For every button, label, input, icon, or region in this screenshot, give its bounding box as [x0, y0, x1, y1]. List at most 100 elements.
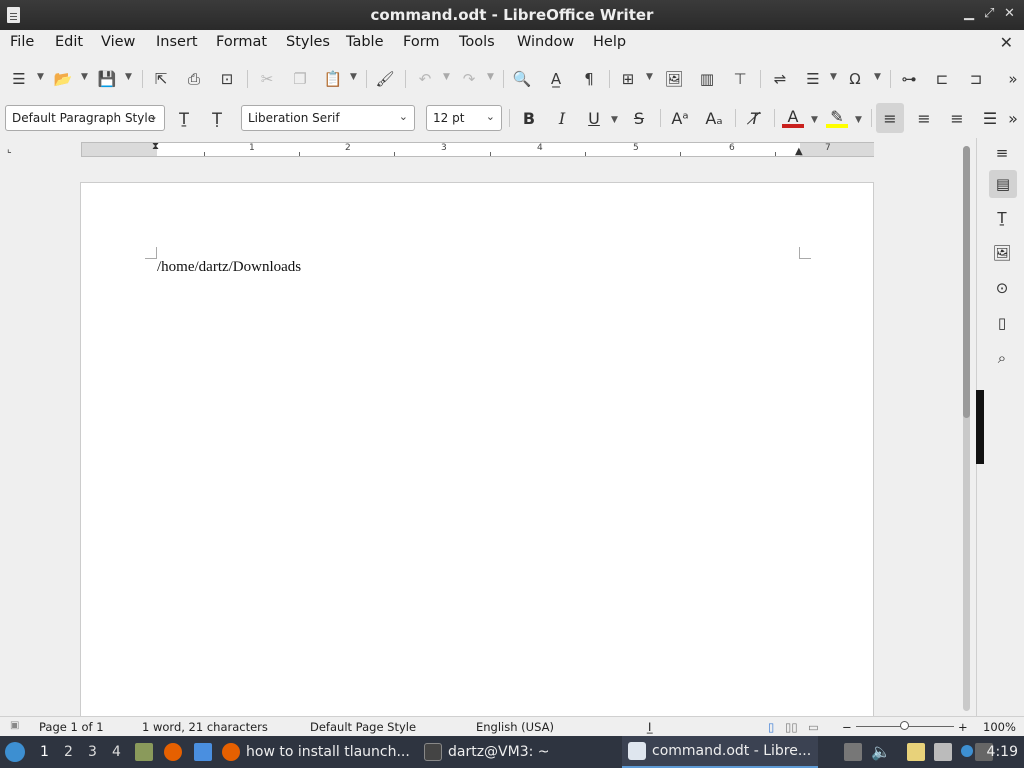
underline-icon[interactable]: U	[583, 107, 605, 129]
font-color-icon[interactable]: A	[782, 107, 804, 128]
document-page[interactable]: /home/dartz/Downloads	[80, 182, 874, 722]
zoom-in-icon[interactable]: +	[958, 720, 968, 734]
table-dropdown-icon[interactable]: ▼	[646, 72, 653, 82]
bold-icon[interactable]: B	[518, 107, 540, 129]
desktop-icon[interactable]	[194, 743, 212, 761]
horizontal-ruler[interactable]: 1 2 3 4 5 6 7 ⧗ ▲	[81, 141, 874, 157]
update-notification-icon[interactable]	[961, 745, 973, 757]
styles-icon[interactable]: Ṯ	[991, 207, 1013, 229]
cut-icon[interactable]: ✂	[256, 68, 278, 90]
insert-table-icon[interactable]: ⊞	[617, 68, 639, 90]
volume-icon[interactable]: 🔈	[871, 742, 891, 761]
redo-icon[interactable]: ↷	[458, 68, 480, 90]
insert-mode-icon[interactable]: I̲	[648, 720, 651, 734]
close-icon[interactable]: ✕	[1004, 6, 1015, 21]
zoom-out-icon[interactable]: −	[842, 720, 852, 734]
page-icon[interactable]: ▯	[991, 312, 1013, 334]
highlight-dropdown-icon[interactable]: ▼	[855, 115, 862, 125]
undo-dropdown-icon[interactable]: ▼	[443, 72, 450, 82]
open-dropdown-icon[interactable]: ▼	[81, 72, 88, 82]
word-count[interactable]: 1 word, 21 characters	[142, 720, 268, 734]
sidebar-collapse-handle[interactable]	[976, 390, 984, 464]
menu-table[interactable]: Table	[346, 34, 384, 50]
vertical-scrollbar[interactable]	[960, 138, 974, 716]
align-center-icon[interactable]: ≡	[913, 107, 935, 129]
workspace-2[interactable]: 2	[64, 744, 73, 760]
menu-insert[interactable]: Insert	[156, 34, 198, 50]
document-modified-icon[interactable]: ▣	[10, 720, 19, 731]
clone-formatting-icon[interactable]: 🖌	[374, 68, 396, 90]
new-document-icon[interactable]: ☰	[8, 68, 30, 90]
menu-help[interactable]: Help	[593, 34, 626, 50]
menu-form[interactable]: Form	[403, 34, 440, 50]
clipboard-icon[interactable]	[907, 743, 925, 761]
keyboard-layout-icon[interactable]	[844, 743, 862, 761]
close-document-icon[interactable]: ✕	[1000, 33, 1013, 52]
update-style-icon[interactable]: Ṯ	[173, 107, 195, 129]
footnote-icon[interactable]: ⊏	[931, 68, 953, 90]
special-character-icon[interactable]: Ω	[844, 68, 866, 90]
justify-icon[interactable]: ☰	[979, 107, 1001, 129]
menu-view[interactable]: View	[101, 34, 135, 50]
subscript-icon[interactable]: Aₐ	[703, 107, 725, 129]
menu-edit[interactable]: Edit	[55, 34, 83, 50]
page-break-icon[interactable]: ⇌	[769, 68, 791, 90]
workspace-1[interactable]: 1	[40, 744, 49, 760]
tab-stop-icon[interactable]: ⌞	[7, 144, 12, 155]
save-dropdown-icon[interactable]: ▼	[125, 72, 132, 82]
workspace-3[interactable]: 3	[88, 744, 97, 760]
paragraph-style-combo[interactable]: Default Paragraph Style ⌄	[5, 105, 165, 131]
scrollbar-thumb[interactable]	[963, 146, 970, 418]
menu-styles[interactable]: Styles	[286, 34, 330, 50]
export-pdf-icon[interactable]: ⇱	[150, 68, 172, 90]
page-count[interactable]: Page 1 of 1	[39, 720, 104, 734]
font-name-combo[interactable]: Liberation Serif ⌄	[241, 105, 415, 131]
insert-image-icon[interactable]: 🖼	[663, 68, 685, 90]
paste-icon[interactable]: 📋	[322, 68, 344, 90]
zoom-level[interactable]: 100%	[983, 720, 1016, 734]
print-preview-icon[interactable]: ⊡	[216, 68, 238, 90]
workspace-4[interactable]: 4	[112, 744, 121, 760]
redo-dropdown-icon[interactable]: ▼	[487, 72, 494, 82]
properties-icon[interactable]: ▤	[989, 170, 1017, 198]
spelling-icon[interactable]: A̲	[545, 68, 567, 90]
save-icon[interactable]: 💾	[96, 68, 118, 90]
superscript-icon[interactable]: Aᵃ	[669, 107, 691, 129]
align-right-icon[interactable]: ≡	[946, 107, 968, 129]
right-indent-marker[interactable]: ▲	[795, 146, 803, 157]
paste-dropdown-icon[interactable]: ▼	[350, 72, 357, 82]
open-folder-icon[interactable]: 📂	[52, 68, 74, 90]
italic-icon[interactable]: I	[551, 107, 573, 129]
clock[interactable]: 4:19	[987, 744, 1018, 760]
menu-file[interactable]: File	[10, 34, 34, 50]
book-view-icon[interactable]: ▭	[808, 720, 819, 734]
hyperlink-icon[interactable]: ⊶	[898, 68, 920, 90]
menu-format[interactable]: Format	[216, 34, 267, 50]
comment-icon[interactable]: ⊐	[965, 68, 987, 90]
document-area[interactable]: /home/dartz/Downloads	[0, 162, 960, 722]
menu-window[interactable]: Window	[517, 34, 574, 50]
align-left-icon[interactable]: ≡	[876, 103, 904, 133]
insert-chart-icon[interactable]: ▥	[696, 68, 718, 90]
strikethrough-icon[interactable]: S	[628, 107, 650, 129]
task-terminal[interactable]: dartz@VM3: ~	[424, 736, 620, 768]
gallery-icon[interactable]: 🖼	[991, 242, 1013, 264]
file-manager-icon[interactable]	[135, 743, 153, 761]
undo-icon[interactable]: ↶	[414, 68, 436, 90]
multi-page-view-icon[interactable]: ▯▯	[785, 720, 798, 734]
special-char-dropdown-icon[interactable]: ▼	[874, 72, 881, 82]
more-formatting-icon[interactable]: »	[1005, 107, 1021, 129]
underline-dropdown-icon[interactable]: ▼	[611, 115, 618, 125]
task-writer[interactable]: command.odt - Libre...	[622, 736, 818, 768]
print-icon[interactable]: ⎙	[183, 68, 205, 90]
menu-tools[interactable]: Tools	[459, 34, 495, 50]
page-style[interactable]: Default Page Style	[310, 720, 416, 734]
firefox-icon[interactable]	[164, 743, 182, 761]
clear-formatting-icon[interactable]: T̸	[744, 107, 766, 129]
formatting-marks-icon[interactable]: ¶	[578, 68, 600, 90]
find-replace-icon[interactable]: 🔍	[511, 68, 533, 90]
sidebar-menu-icon[interactable]: ≡	[991, 142, 1013, 164]
more-options-icon[interactable]: »	[1005, 68, 1021, 90]
document-text[interactable]: /home/dartz/Downloads	[157, 259, 301, 276]
navigator-icon[interactable]: ⊙	[991, 277, 1013, 299]
